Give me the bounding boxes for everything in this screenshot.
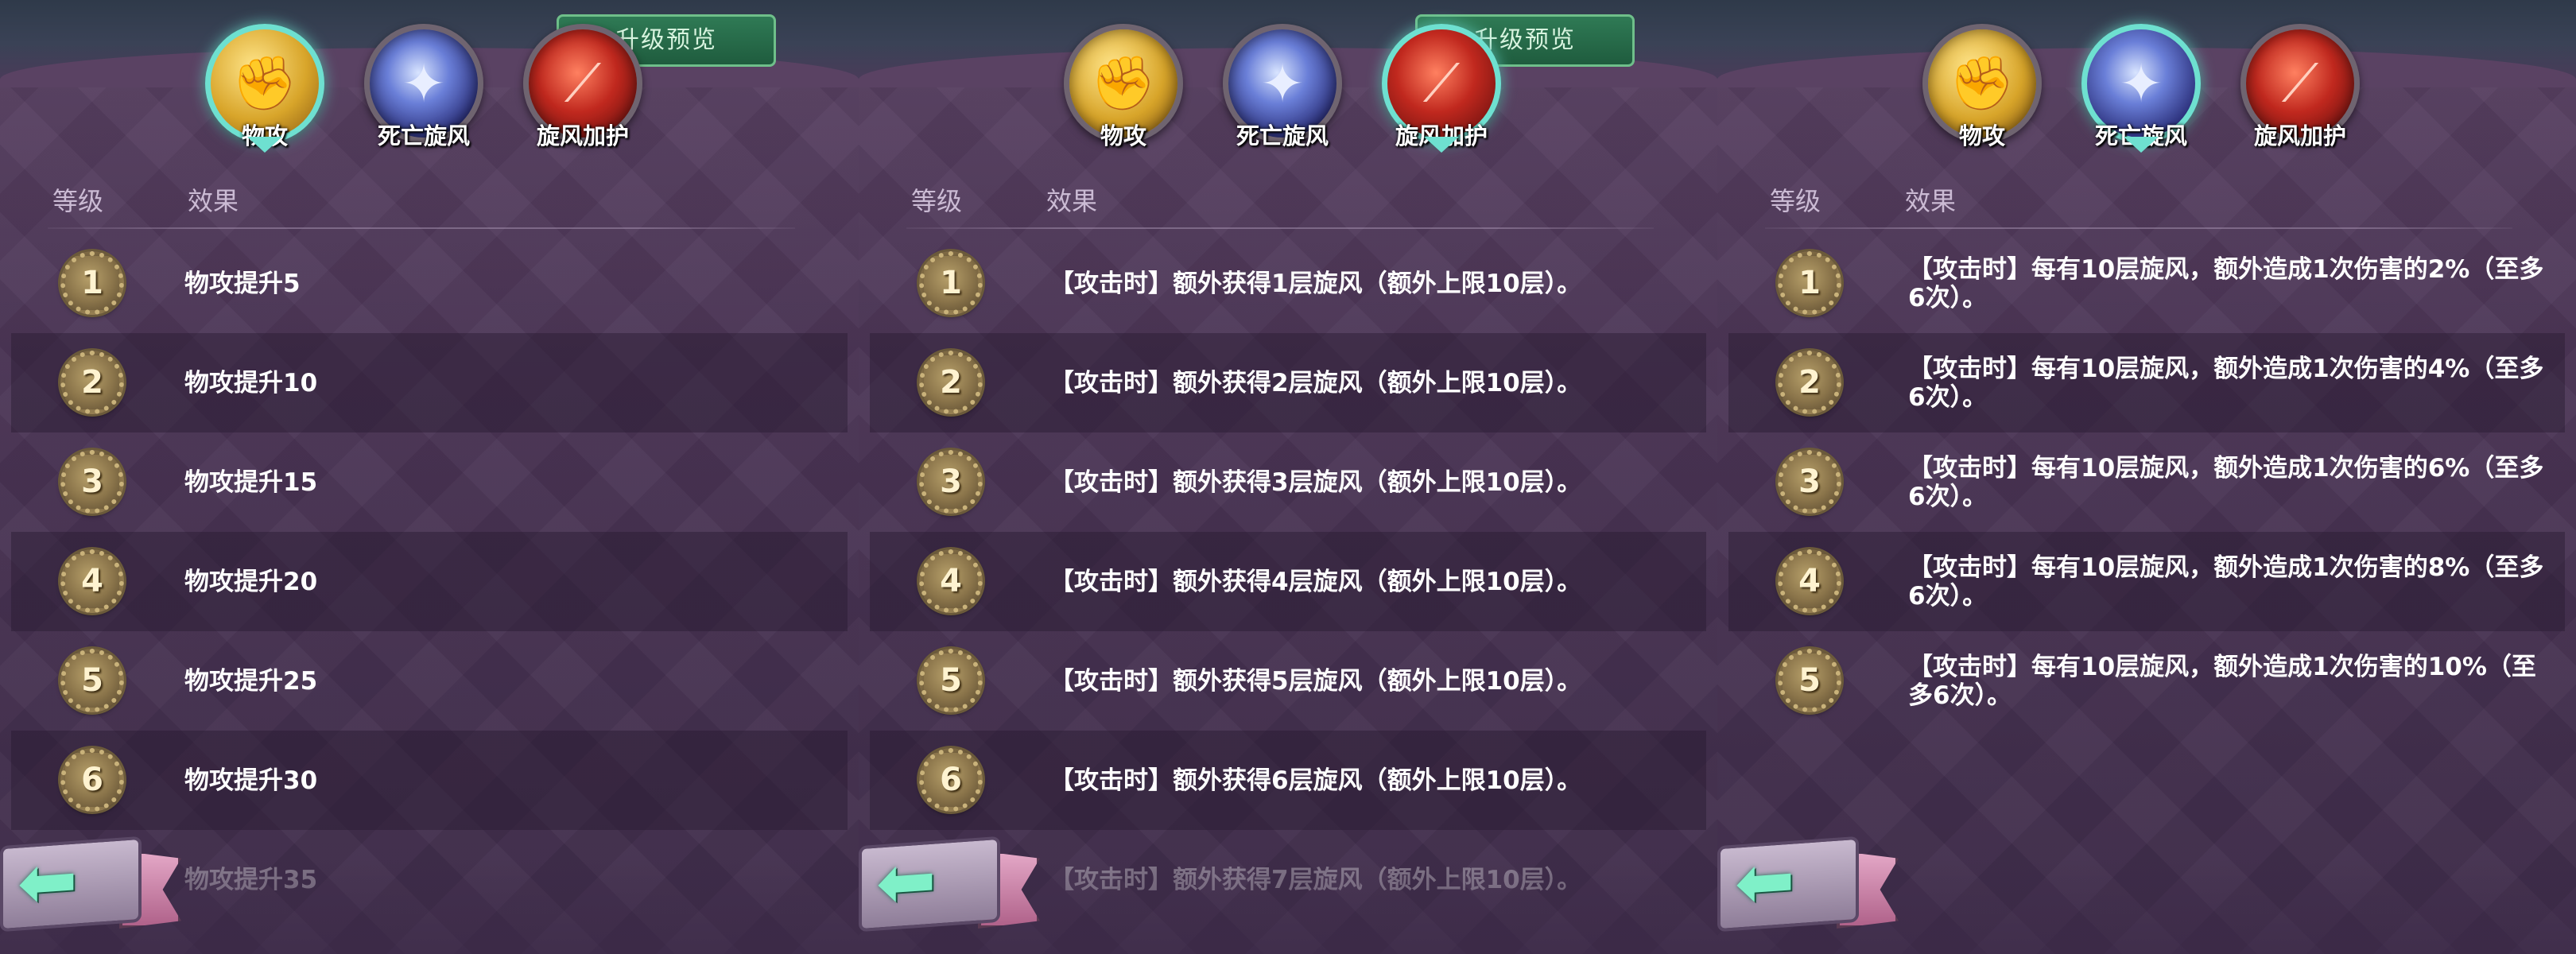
level-badge: 6: [919, 748, 983, 812]
level-badge: 5: [1778, 649, 1841, 712]
level-column-header: 等级: [911, 186, 963, 216]
skill-label: 死亡旋风: [377, 122, 470, 149]
list-item: 6 物攻提升30: [11, 731, 848, 830]
effect-column-header: 效果: [1905, 186, 1957, 216]
skill-label: 旋风加护: [2253, 122, 2346, 149]
back-button[interactable]: ⬅: [1717, 835, 1900, 938]
effect-text: 【攻击时】额外获得7层旋风（额外上限10层）。: [1049, 865, 1582, 894]
list-item: 5 物攻提升25: [11, 631, 848, 731]
level-column-header: 等级: [52, 186, 104, 216]
level-badge: 3: [919, 450, 983, 514]
skill-tab-physical-attack[interactable]: ✊ 物攻: [1060, 24, 1187, 159]
level-list: 1 物攻提升5 2 物攻提升10 3 物攻提升15 4 物攻提升20 5 物攻提…: [11, 234, 848, 929]
skill-panel-1: 升级预览 ✊ 物攻 ✦ 死亡旋风 ⟋ 旋风加护 等级 效果 1 物攻提升5 2 …: [0, 0, 859, 954]
effect-text: 物攻提升15: [184, 467, 318, 497]
skill-tab-whirlwind-guard[interactable]: ⟋ 旋风加护: [519, 24, 646, 159]
effect-text: 物攻提升10: [184, 368, 318, 398]
effect-text: 【攻击时】每有10层旋风，额外造成1次伤害的10%（至多6次）。: [1908, 652, 2536, 710]
level-badge: 2: [60, 351, 124, 414]
list-item: 4 物攻提升20: [11, 532, 848, 631]
list-item: 1 【攻击时】每有10层旋风，额外造成1次伤害的2%（至多6次）。: [1728, 234, 2565, 333]
effect-column-header: 效果: [1046, 186, 1098, 216]
level-list: 1 【攻击时】额外获得1层旋风（额外上限10层）。 2 【攻击时】额外获得2层旋…: [870, 234, 1706, 929]
effect-text: 物攻提升30: [184, 766, 318, 795]
list-item: 3 【攻击时】额外获得3层旋风（额外上限10层）。: [870, 432, 1706, 532]
list-item: 5 【攻击时】每有10层旋风，额外造成1次伤害的10%（至多6次）。: [1728, 631, 2565, 731]
level-badge: 6: [60, 748, 124, 812]
skill-panel-2: 升级预览 ✊ 物攻 ✦ 死亡旋风 ⟋ 旋风加护 等级 效果 1 【攻击时】额外获…: [859, 0, 1717, 954]
skill-tab-whirlwind-guard[interactable]: ⟋ 旋风加护: [2237, 24, 2364, 159]
skill-tab-whirlwind-guard[interactable]: ⟋ 旋风加护: [1378, 24, 1505, 159]
level-badge: 1: [60, 251, 124, 315]
skill-tab-death-whirlwind[interactable]: ✦ 死亡旋风: [360, 24, 487, 159]
arrow-left-icon: ⬅: [17, 837, 78, 926]
skill-panel-3: ✊ 物攻 ✦ 死亡旋风 ⟋ 旋风加护 等级 效果 1 【攻击时】每有10层旋风，…: [1717, 0, 2576, 954]
level-badge: 2: [919, 351, 983, 414]
skill-label: 物攻: [1958, 122, 2005, 149]
skill-label: 物攻: [241, 122, 288, 149]
list-item: 3 【攻击时】每有10层旋风，额外造成1次伤害的6%（至多6次）。: [1728, 432, 2565, 532]
effect-text: 物攻提升20: [184, 567, 318, 596]
effect-text: 【攻击时】额外获得2层旋风（额外上限10层）。: [1049, 368, 1582, 398]
skill-label: 物攻: [1100, 122, 1146, 149]
arrow-left-icon: ⬅: [876, 837, 937, 926]
list-item: 1 物攻提升5: [11, 234, 848, 333]
screenshot-stage: 升级预览 ✊ 物攻 ✦ 死亡旋风 ⟋ 旋风加护 等级 效果 1 物攻提升5 2 …: [0, 0, 2576, 954]
level-badge: 1: [1778, 251, 1841, 315]
list-item: 2 物攻提升10: [11, 333, 848, 432]
header-divider: [906, 227, 1654, 229]
skill-tab-physical-attack[interactable]: ✊ 物攻: [201, 24, 328, 159]
level-badge: 4: [919, 549, 983, 613]
level-badge: 4: [1778, 549, 1841, 613]
effect-text: 物攻提升25: [184, 666, 318, 696]
skill-label: 死亡旋风: [2094, 122, 2187, 149]
list-item: 2 【攻击时】每有10层旋风，额外造成1次伤害的4%（至多6次）。: [1728, 333, 2565, 432]
skill-label: 死亡旋风: [1236, 122, 1329, 149]
effect-text: 【攻击时】额外获得3层旋风（额外上限10层）。: [1049, 467, 1582, 497]
header-divider: [48, 227, 795, 229]
skill-tab-physical-attack[interactable]: ✊ 物攻: [1918, 24, 2046, 159]
back-button[interactable]: ⬅: [0, 835, 183, 938]
effect-text: 【攻击时】额外获得4层旋风（额外上限10层）。: [1049, 567, 1582, 596]
level-column-header: 等级: [1770, 186, 1821, 216]
level-badge: 5: [60, 649, 124, 712]
effect-text: 【攻击时】每有10层旋风，额外造成1次伤害的4%（至多6次）。: [1908, 354, 2544, 412]
skill-label: 旋风加护: [1395, 122, 1488, 149]
level-badge: 5: [919, 649, 983, 712]
header-divider: [1765, 227, 2512, 229]
skill-tab-death-whirlwind[interactable]: ✦ 死亡旋风: [1219, 24, 1346, 159]
effect-text: 【攻击时】额外获得6层旋风（额外上限10层）。: [1049, 766, 1582, 795]
list-item: 6 【攻击时】额外获得6层旋风（额外上限10层）。: [870, 731, 1706, 830]
back-button[interactable]: ⬅: [859, 835, 1042, 938]
level-badge: 1: [919, 251, 983, 315]
list-item: 4 【攻击时】额外获得4层旋风（额外上限10层）。: [870, 532, 1706, 631]
effect-text: 【攻击时】额外获得1层旋风（额外上限10层）。: [1049, 269, 1582, 298]
level-badge: 3: [60, 450, 124, 514]
list-item: 5 【攻击时】额外获得5层旋风（额外上限10层）。: [870, 631, 1706, 731]
effect-text: 物攻提升35: [184, 865, 318, 894]
list-item: 2 【攻击时】额外获得2层旋风（额外上限10层）。: [870, 333, 1706, 432]
list-item: 4 【攻击时】每有10层旋风，额外造成1次伤害的8%（至多6次）。: [1728, 532, 2565, 631]
effect-text: 物攻提升5: [184, 269, 301, 298]
level-list: 1 【攻击时】每有10层旋风，额外造成1次伤害的2%（至多6次）。 2 【攻击时…: [1728, 234, 2565, 731]
effect-text: 【攻击时】每有10层旋风，额外造成1次伤害的8%（至多6次）。: [1908, 553, 2544, 611]
arrow-left-icon: ⬅: [1735, 837, 1795, 926]
level-badge: 2: [1778, 351, 1841, 414]
list-item: 1 【攻击时】额外获得1层旋风（额外上限10层）。: [870, 234, 1706, 333]
effect-text: 【攻击时】额外获得5层旋风（额外上限10层）。: [1049, 666, 1582, 696]
effect-text: 【攻击时】每有10层旋风，额外造成1次伤害的2%（至多6次）。: [1908, 254, 2544, 312]
skill-label: 旋风加护: [536, 122, 629, 149]
level-badge: 4: [60, 549, 124, 613]
list-item: 3 物攻提升15: [11, 432, 848, 532]
effect-text: 【攻击时】每有10层旋风，额外造成1次伤害的6%（至多6次）。: [1908, 453, 2544, 511]
effect-column-header: 效果: [188, 186, 239, 216]
skill-tab-death-whirlwind[interactable]: ✦ 死亡旋风: [2077, 24, 2205, 159]
level-badge: 3: [1778, 450, 1841, 514]
